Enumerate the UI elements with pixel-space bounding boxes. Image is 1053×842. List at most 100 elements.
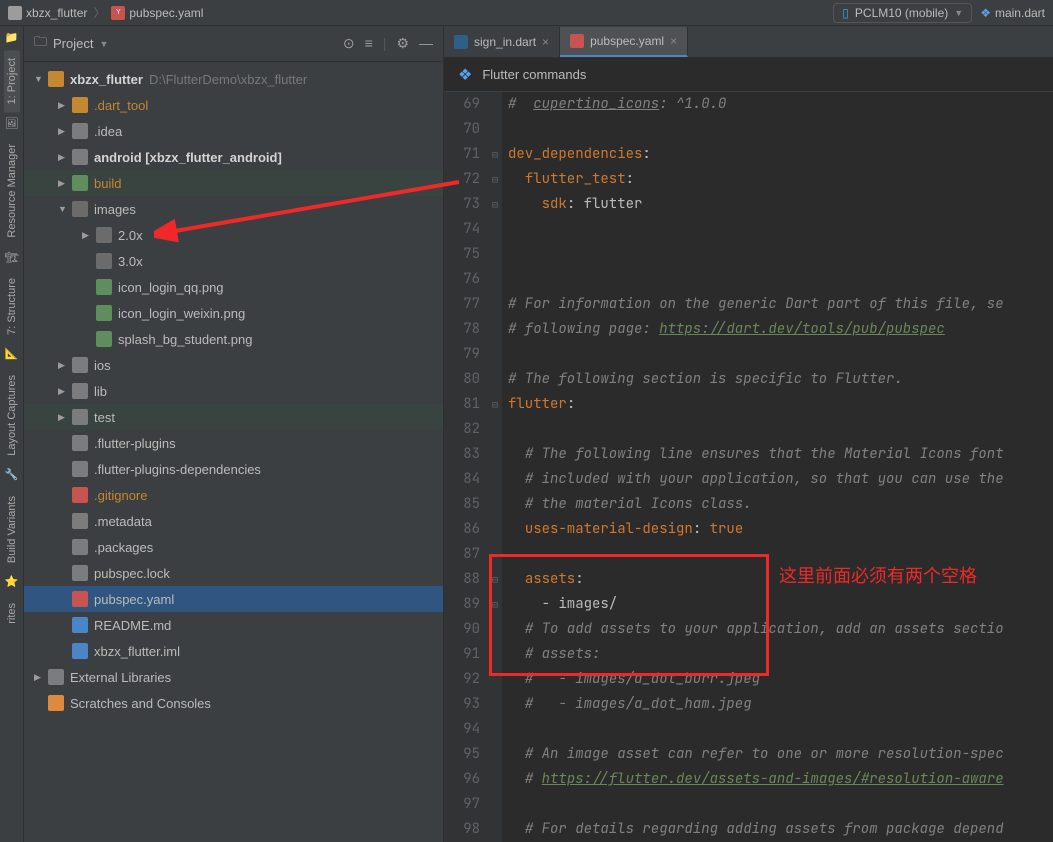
tree-row[interactable]: ▶.idea [24, 118, 443, 144]
code-line[interactable]: # https://flutter.dev/assets-and-images/… [508, 767, 1053, 792]
fold-icon[interactable] [488, 542, 502, 567]
code-line[interactable]: # To add assets to your application, add… [508, 617, 1053, 642]
fold-icon[interactable] [488, 317, 502, 342]
fold-icon[interactable]: ⊟ [488, 592, 502, 617]
tree-row[interactable]: ▶External Libraries [24, 664, 443, 690]
expand-arrow-icon[interactable]: ▶ [58, 178, 72, 189]
tree-row[interactable]: icon_login_weixin.png [24, 300, 443, 326]
fold-icon[interactable] [488, 417, 502, 442]
code-line[interactable]: # included with your application, so tha… [508, 467, 1053, 492]
tree-row[interactable]: Scratches and Consoles [24, 690, 443, 716]
tree-row[interactable]: xbzx_flutter.iml [24, 638, 443, 664]
code-lines[interactable]: # cupertino_icons: ^1.0.0 dev_dependenci… [502, 92, 1053, 842]
close-icon[interactable]: × [670, 34, 677, 48]
expand-arrow-icon[interactable]: ▶ [82, 230, 96, 241]
code-line[interactable]: # - images/a_dot_ham.jpeg [508, 692, 1053, 717]
code-line[interactable] [508, 217, 1053, 242]
code-line[interactable]: # An image asset can refer to one or mor… [508, 742, 1053, 767]
expand-arrow-icon[interactable]: ▶ [34, 672, 48, 683]
fold-icon[interactable] [488, 267, 502, 292]
tool-tab[interactable]: Layout Captures [4, 367, 20, 464]
fold-icon[interactable] [488, 467, 502, 492]
tree-row[interactable]: pubspec.lock [24, 560, 443, 586]
breadcrumb[interactable]: xbzx_flutter 〉 Ypubspec.yaml [8, 4, 203, 21]
tree-row[interactable]: .gitignore [24, 482, 443, 508]
fold-icon[interactable] [488, 367, 502, 392]
tree-row[interactable]: ▼images [24, 196, 443, 222]
code-line[interactable] [508, 792, 1053, 817]
expand-all-icon[interactable]: ≡ [365, 35, 373, 52]
editor-tab[interactable]: sign_in.dart× [444, 27, 560, 57]
fold-gutter[interactable]: ⊟⊟⊟⊟⊟⊟ [488, 92, 502, 842]
fold-icon[interactable]: ⊟ [488, 167, 502, 192]
tree-row[interactable]: README.md [24, 612, 443, 638]
tool-tab-icon[interactable]: 🏗 [5, 250, 19, 264]
tree-row[interactable]: ▼xbzx_flutterD:\FlutterDemo\xbzx_flutter [24, 66, 443, 92]
code-line[interactable]: # assets: [508, 642, 1053, 667]
fold-icon[interactable] [488, 342, 502, 367]
tool-tab[interactable]: Resource Manager [4, 136, 20, 246]
fold-icon[interactable] [488, 517, 502, 542]
tree-row[interactable]: .packages [24, 534, 443, 560]
tree-row[interactable]: ▶2.0x [24, 222, 443, 248]
code-line[interactable]: # cupertino_icons: ^1.0.0 [508, 92, 1053, 117]
tree-row[interactable]: icon_login_qq.png [24, 274, 443, 300]
tree-row[interactable]: splash_bg_student.png [24, 326, 443, 352]
tree-row[interactable]: .flutter-plugins-dependencies [24, 456, 443, 482]
code-line[interactable]: # - images/a_dot_burr.jpeg [508, 667, 1053, 692]
code-line[interactable]: # The following line ensures that the Ma… [508, 442, 1053, 467]
tool-tab-icon[interactable]: 📁 [5, 30, 19, 44]
tree-row[interactable]: .flutter-plugins [24, 430, 443, 456]
tool-tab[interactable]: Build Variants [4, 488, 20, 571]
fold-icon[interactable] [488, 242, 502, 267]
expand-arrow-icon[interactable]: ▶ [58, 126, 72, 137]
tree-row[interactable]: ▶test [24, 404, 443, 430]
fold-icon[interactable]: ⊟ [488, 142, 502, 167]
tool-tab-icon[interactable]: 🔧 [5, 468, 19, 482]
code-line[interactable]: flutter: [508, 392, 1053, 417]
tree-row[interactable]: ▶build [24, 170, 443, 196]
fold-icon[interactable]: ⊟ [488, 392, 502, 417]
code-line[interactable]: # For details regarding adding assets fr… [508, 817, 1053, 842]
fold-icon[interactable] [488, 492, 502, 517]
fold-icon[interactable] [488, 817, 502, 842]
tree-row[interactable]: ▶lib [24, 378, 443, 404]
hide-icon[interactable]: — [419, 35, 433, 52]
run-config[interactable]: ❖ main.dart [980, 6, 1045, 20]
tree-row[interactable]: ▶.dart_tool [24, 92, 443, 118]
fold-icon[interactable] [488, 692, 502, 717]
tool-tab[interactable]: rites [4, 595, 20, 632]
code-line[interactable] [508, 417, 1053, 442]
fold-icon[interactable]: ⊟ [488, 567, 502, 592]
fold-icon[interactable] [488, 792, 502, 817]
tree-row[interactable]: pubspec.yaml [24, 586, 443, 612]
code-line[interactable]: sdk: flutter [508, 192, 1053, 217]
fold-icon[interactable] [488, 742, 502, 767]
code-line[interactable]: dev_dependencies: [508, 142, 1053, 167]
fold-icon[interactable] [488, 617, 502, 642]
select-opened-icon[interactable]: ⊙ [343, 35, 355, 52]
fold-icon[interactable] [488, 117, 502, 142]
expand-arrow-icon[interactable]: ▶ [58, 100, 72, 111]
tree-row[interactable]: ▶android [xbzx_flutter_android] [24, 144, 443, 170]
expand-arrow-icon[interactable]: ▼ [58, 204, 72, 214]
code-line[interactable] [508, 717, 1053, 742]
tool-tab[interactable]: 1: Project [4, 50, 20, 112]
code-line[interactable]: # following page: https://dart.dev/tools… [508, 317, 1053, 342]
fold-icon[interactable] [488, 217, 502, 242]
tool-tab-icon[interactable]: 🖼 [5, 116, 19, 130]
code-line[interactable]: # The following section is specific to F… [508, 367, 1053, 392]
code-line[interactable]: - images/ [508, 592, 1053, 617]
fold-icon[interactable] [488, 717, 502, 742]
code-line[interactable] [508, 242, 1053, 267]
fold-icon[interactable]: ⊟ [488, 192, 502, 217]
expand-arrow-icon[interactable]: ▶ [58, 152, 72, 163]
code-line[interactable] [508, 267, 1053, 292]
panel-title-label[interactable]: Project [53, 36, 93, 51]
expand-arrow-icon[interactable]: ▶ [58, 386, 72, 397]
close-icon[interactable]: × [542, 35, 549, 49]
tree-row[interactable]: 3.0x [24, 248, 443, 274]
device-selector[interactable]: ▯ PCLM10 (mobile) ▼ [833, 3, 972, 23]
tool-tab-icon[interactable]: ⭐ [5, 575, 19, 589]
code-line[interactable] [508, 117, 1053, 142]
